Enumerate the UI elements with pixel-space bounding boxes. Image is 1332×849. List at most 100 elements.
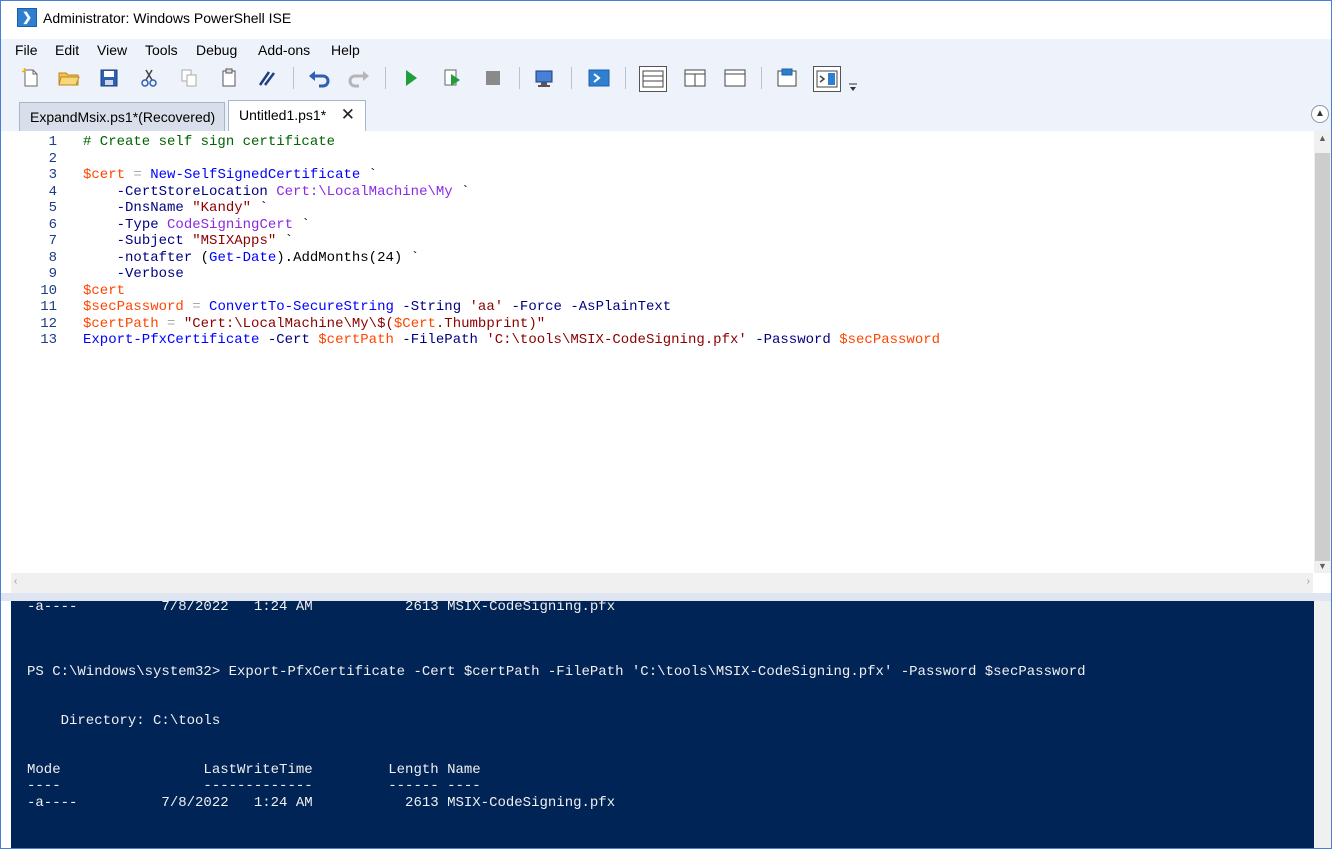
menu-tools[interactable]: Tools xyxy=(145,42,178,58)
code-line-10: $cert xyxy=(83,283,125,299)
code-argument: CodeSigningCert xyxy=(167,216,294,233)
show-commands-icon[interactable] xyxy=(813,66,841,92)
code-continuation: ` xyxy=(276,233,294,249)
line-number: 12 xyxy=(40,315,57,332)
code-parameter: -DnsName xyxy=(116,200,184,216)
powershell-ise-window: ❯ Administrator: Windows PowerShell ISE … xyxy=(0,0,1332,849)
console-output-line: -a---- 7/8/2022 1:24 AM 2613 MSIX-CodeSi… xyxy=(27,795,616,811)
menu-view[interactable]: View xyxy=(97,42,127,58)
clear-console-icon[interactable] xyxy=(255,66,279,90)
code-variable: $secPassword xyxy=(839,332,941,348)
menu-file[interactable]: File xyxy=(15,42,38,58)
code-variable: $secPassword xyxy=(83,299,184,315)
line-number: 3 xyxy=(48,167,57,183)
code-variable: $cert xyxy=(83,282,126,299)
code-variable: $certPath xyxy=(83,315,159,332)
menu-add-ons[interactable]: Add-ons xyxy=(258,42,310,58)
editor-horizontal-scrollbar[interactable]: ‹ › xyxy=(11,573,1313,593)
run-selection-icon[interactable] xyxy=(441,66,465,90)
close-icon[interactable]: ✕ xyxy=(341,105,355,125)
cut-icon[interactable] xyxy=(137,66,161,90)
console-vertical-scrollbar[interactable] xyxy=(1314,601,1331,848)
code-parameter: -Verbose xyxy=(116,266,184,282)
scroll-left-icon[interactable]: ‹ xyxy=(14,576,17,587)
code-continuation: ` xyxy=(293,216,310,233)
code-command: ConvertTo-SecureString xyxy=(209,299,394,315)
code-operator: = xyxy=(183,299,210,315)
scrollbar-thumb[interactable] xyxy=(1315,153,1330,561)
code-string: .Thumbprint)" xyxy=(435,315,546,332)
line-number: 8 xyxy=(48,249,57,266)
scroll-right-icon[interactable]: › xyxy=(1307,576,1310,587)
script-editor[interactable]: 1 2 3 4 5 6 7 8 9 10 11 12 13 # Create s… xyxy=(1,131,1331,593)
code-member: ).AddMonths(24) xyxy=(276,249,403,266)
code-command: Export-PfxCertificate xyxy=(83,332,260,348)
stop-icon[interactable] xyxy=(481,66,505,90)
script-tab-strip: ExpandMsix.ps1*(Recovered) Untitled1.ps1… xyxy=(1,97,1331,131)
line-number-gutter: 1 2 3 4 5 6 7 8 9 10 11 12 13 xyxy=(1,131,63,573)
open-folder-icon[interactable] xyxy=(57,66,81,90)
scroll-down-icon[interactable]: ▼ xyxy=(1318,561,1327,571)
editor-vertical-scrollbar[interactable]: ▲ ▼ xyxy=(1314,131,1331,573)
script-pane-top-icon[interactable] xyxy=(639,66,667,92)
code-line-13: Export-PfxCertificate -Cert $certPath -F… xyxy=(83,332,940,348)
menu-edit[interactable]: Edit xyxy=(55,42,79,58)
undo-icon[interactable] xyxy=(307,66,331,90)
powershell-icon[interactable] xyxy=(587,66,611,90)
save-icon[interactable] xyxy=(97,66,121,90)
menu-debug[interactable]: Debug xyxy=(196,42,237,58)
toolbar-separator xyxy=(385,67,386,89)
line-number: 13 xyxy=(40,332,57,348)
code-line-11: $secPassword = ConvertTo-SecureString -S… xyxy=(83,299,671,315)
line-number: 4 xyxy=(48,183,57,200)
code-continuation: ` xyxy=(452,183,470,200)
new-file-icon[interactable] xyxy=(19,66,43,90)
code-continuation: ` xyxy=(360,167,378,183)
code-continuation: ` xyxy=(402,249,420,266)
run-script-icon[interactable] xyxy=(399,66,423,90)
console-output-line: Directory: C:\tools xyxy=(27,713,221,729)
line-number: 11 xyxy=(40,299,57,315)
toolbar-overflow-icon[interactable] xyxy=(847,75,859,99)
code-command: Get-Date xyxy=(209,249,277,266)
console-pane[interactable]: -a---- 7/8/2022 1:24 AM 2613 MSIX-CodeSi… xyxy=(11,601,1314,848)
line-number: 1 xyxy=(48,134,57,150)
code-line-4: -CertStoreLocation Cert:\LocalMachine\My… xyxy=(83,184,470,200)
line-number: 7 xyxy=(48,233,57,249)
copy-icon[interactable] xyxy=(177,66,201,90)
code-parameter: -Password xyxy=(755,332,831,348)
toolbar-separator xyxy=(519,67,520,89)
code-variable: $Cert xyxy=(393,315,436,332)
code-string: "Cert:\LocalMachine\My\$( xyxy=(183,315,394,332)
scroll-up-icon[interactable]: ▲ xyxy=(1318,133,1327,143)
code-operator: = xyxy=(158,315,184,332)
tab-untitled1[interactable]: Untitled1.ps1* ✕ xyxy=(228,100,366,131)
line-number: 6 xyxy=(48,216,57,233)
script-pane-right-icon[interactable] xyxy=(681,66,709,90)
code-parameter: -notafter xyxy=(116,249,193,266)
show-script-pane-icon[interactable] xyxy=(775,66,799,90)
console-output-line: ---- ------------- ------ ---- xyxy=(27,778,481,794)
script-pane-maximized-icon[interactable] xyxy=(721,66,749,90)
tab-expandmsix[interactable]: ExpandMsix.ps1*(Recovered) xyxy=(19,102,225,131)
code-line-3: $cert = New-SelfSignedCertificate ` xyxy=(83,167,377,183)
new-remote-tab-icon[interactable] xyxy=(533,66,557,90)
code-line-6: -Type CodeSigningCert ` xyxy=(83,217,310,233)
code-line-9: -Verbose xyxy=(83,266,184,282)
collapse-script-pane-icon[interactable]: ▲ xyxy=(1311,105,1329,123)
paste-icon[interactable] xyxy=(217,66,241,90)
code-string: 'aa' xyxy=(469,299,504,315)
code-line-7: -Subject "MSIXApps" ` xyxy=(83,233,293,249)
menu-help[interactable]: Help xyxy=(331,42,360,58)
redo-icon[interactable] xyxy=(347,66,371,90)
pane-splitter[interactable] xyxy=(1,593,1331,601)
